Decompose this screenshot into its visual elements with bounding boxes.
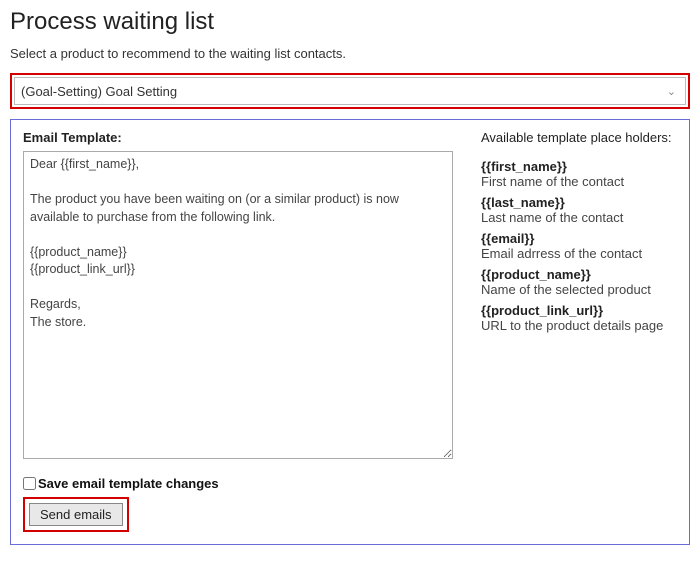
placeholder-token: {{product_name}} [481, 267, 677, 282]
placeholder-token: {{email}} [481, 231, 677, 246]
save-template-checkbox[interactable] [23, 477, 36, 490]
placeholders-title: Available template place holders: [481, 130, 677, 145]
placeholders-list: {{first_name}} First name of the contact… [481, 159, 677, 333]
email-template-panel: Email Template: Available template place… [10, 119, 690, 545]
placeholder-token: {{first_name}} [481, 159, 677, 174]
product-select[interactable]: (Goal-Setting) Goal Setting [14, 77, 686, 105]
email-template-label: Email Template: [23, 130, 453, 145]
send-emails-button[interactable]: Send emails [29, 503, 123, 526]
page-subtitle: Select a product to recommend to the wai… [10, 46, 690, 61]
placeholder-token: {{last_name}} [481, 195, 677, 210]
placeholder-desc: Last name of the contact [481, 210, 677, 225]
email-template-textarea[interactable] [23, 151, 453, 459]
placeholder-desc: First name of the contact [481, 174, 677, 189]
placeholder-desc: URL to the product details page [481, 318, 677, 333]
page-title: Process waiting list [10, 8, 690, 36]
placeholder-token: {{product_link_url}} [481, 303, 677, 318]
product-select-highlight: (Goal-Setting) Goal Setting ⌄ [10, 73, 690, 109]
placeholder-desc: Email adrress of the contact [481, 246, 677, 261]
send-button-highlight: Send emails [23, 497, 129, 532]
placeholder-desc: Name of the selected product [481, 282, 677, 297]
save-template-label[interactable]: Save email template changes [38, 476, 219, 491]
